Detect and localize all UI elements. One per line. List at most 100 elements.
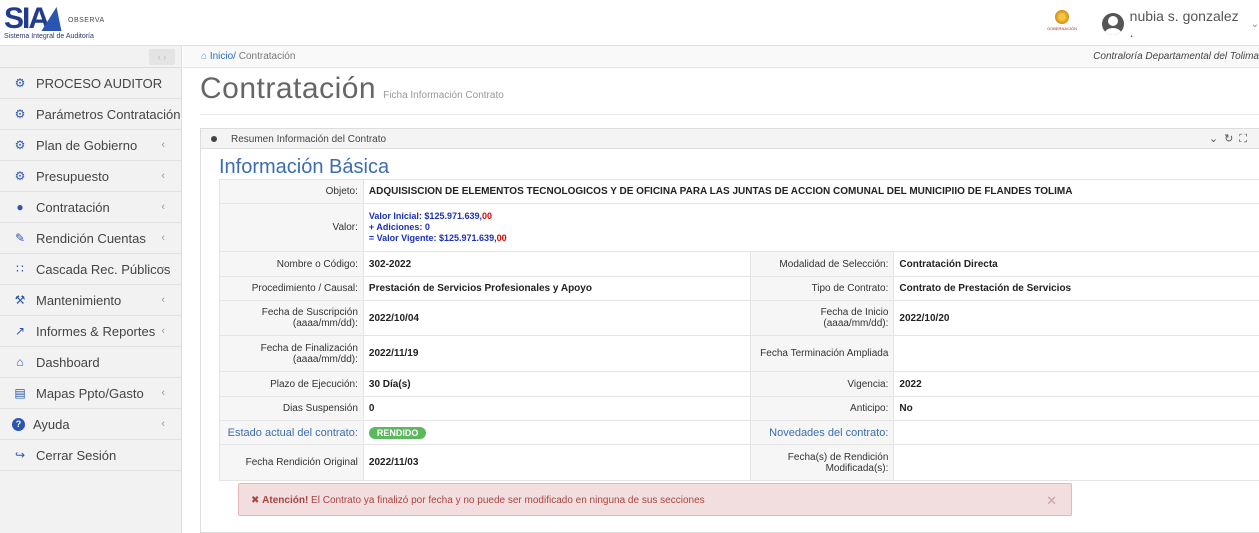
user-menu[interactable]: nubia s. gonzalez . ⌄ xyxy=(1102,8,1259,40)
status-badge: RENDIDO xyxy=(368,426,427,439)
panel-title: Resumen Información del Contrato xyxy=(231,134,387,145)
table-row: Fecha de Finalización (aaaa/mm/dd): 2022… xyxy=(219,335,1259,372)
logout-icon: ↪ xyxy=(14,448,26,462)
table-row: Estado actual del contrato: RENDIDO Nove… xyxy=(219,420,1259,445)
procedimiento-value: Prestación de Servicios Profesionales y … xyxy=(362,276,752,301)
fullscreen-icon[interactable]: ⛶ xyxy=(1239,133,1253,145)
sidebar-item-mantenimiento[interactable]: ⚒ Mantenimiento ‹ xyxy=(0,285,181,316)
section-title: Información Básica xyxy=(219,156,390,178)
sidebar-item-ayuda[interactable]: ? Ayuda ‹ xyxy=(0,409,181,440)
sia-logo[interactable]: SIA OBSERVA Sistema Integral de Auditorí… xyxy=(4,4,124,44)
chevron-down-icon[interactable]: ⌄ xyxy=(1251,19,1259,30)
plazo-label: Plazo de Ejecución: xyxy=(219,371,364,397)
sidebar-item-contrataci-n[interactable]: ● Contratación ‹ xyxy=(0,192,181,223)
valor-vigente-cents: 00 xyxy=(496,233,507,243)
collapse-arrows-icon[interactable]: ‹ › xyxy=(149,48,175,65)
vigencia-label: Vigencia: xyxy=(750,371,895,397)
anticipo-label: Anticipo: xyxy=(750,396,895,421)
table-row: Objeto: ADQUISISCION DE ELEMENTOS TECNOL… xyxy=(219,179,1259,204)
home-icon: ⌂ xyxy=(16,355,24,369)
suscripcion-value: 2022/10/04 xyxy=(362,300,752,336)
nombre-label: Nombre o Código: xyxy=(219,251,364,277)
user-avatar-icon[interactable] xyxy=(1102,13,1124,35)
table-row: Procedimiento / Causal: Prestación de Se… xyxy=(219,276,1259,301)
cogs-icon: ⚙ xyxy=(14,169,26,183)
divider xyxy=(200,114,1259,115)
alert-message: ✖ Atención! El Contrato ya finalizó por … xyxy=(238,483,1072,516)
circle-icon: ● xyxy=(16,200,24,214)
alert-text: ✖ Atención! El Contrato ya finalizó por … xyxy=(251,495,705,506)
cogs-icon: ⚙ xyxy=(14,107,26,121)
sidebar-item-informes-reportes[interactable]: ↗ Informes & Reportes ‹ xyxy=(0,316,181,347)
chevron-left-icon: ‹ xyxy=(161,232,165,244)
terminacion-value xyxy=(893,335,1259,372)
finalizacion-label: Fecha de Finalización (aaaa/mm/dd): xyxy=(219,335,364,372)
warning-icon: ✖ xyxy=(251,495,260,506)
valor-value: Valor Inicial: $125.971.639,00 + Adicion… xyxy=(362,203,1259,252)
sidebar-item-label: Dashboard xyxy=(36,354,100,370)
sidebar-item-mapas-ppto-gasto[interactable]: ▤ Mapas Ppto/Gasto ‹ xyxy=(0,378,181,409)
table-row: Valor: Valor Inicial: $125.971.639,00 + … xyxy=(219,203,1259,252)
question-icon: ? xyxy=(12,417,25,431)
sidebar-toggle[interactable]: ‹ › xyxy=(0,46,181,68)
sidebar-item-plan-de-gobierno[interactable]: ⚙ Plan de Gobierno ‹ xyxy=(0,130,181,161)
breadcrumb-home-link[interactable]: Inicio/ xyxy=(210,51,236,62)
sidebar-item-cascada-rec-p-blicos[interactable]: ∷ Cascada Rec. Públicos ‹ xyxy=(0,254,181,285)
panel-header: Resumen Información del Contrato ⌄↻⛶ xyxy=(201,129,1259,149)
inicio-label: Fecha de Inicio (aaaa/mm/dd): xyxy=(750,300,895,336)
sidebar-item-label: PROCESO AUDITOR xyxy=(36,75,163,91)
sidebar-item-proceso-auditor[interactable]: ⚙ PROCESO AUDITOR xyxy=(0,68,181,99)
logo-subtitle: Sistema Integral de Auditoría xyxy=(4,33,94,40)
objeto-label: Objeto: xyxy=(219,179,364,204)
close-icon[interactable]: ✕ xyxy=(1046,493,1057,509)
estado-label: Estado actual del contrato: xyxy=(219,420,364,445)
sidebar-item-par-metros-contrataci-n[interactable]: ⚙ Parámetros Contratación xyxy=(0,99,181,130)
table-row: Fecha de Suscripción (aaaa/mm/dd): 2022/… xyxy=(219,300,1259,336)
novedades-label: Novedades del contrato: xyxy=(750,420,895,445)
collapse-icon[interactable]: ⌄ xyxy=(1209,133,1224,145)
user-name[interactable]: nubia s. gonzalez . xyxy=(1130,8,1245,40)
chevron-left-icon: ‹ xyxy=(161,325,165,337)
nombre-value: 302-2022 xyxy=(362,251,752,277)
finalizacion-value: 2022/11/19 xyxy=(362,335,752,372)
gobernacion-crest-icon: GOBERNACIÓN xyxy=(1047,8,1077,36)
sidebar-item-label: Rendición Cuentas xyxy=(36,230,146,246)
sidebar-item-label: Mantenimiento xyxy=(36,292,122,308)
valor-label: Valor: xyxy=(219,203,364,252)
entity-name: Contraloría Departamental del Tolima xyxy=(1093,51,1259,62)
sidebar-item-presupuesto[interactable]: ⚙ Presupuesto ‹ xyxy=(0,161,181,192)
sidebar-item-dashboard[interactable]: ⌂ Dashboard xyxy=(0,347,181,378)
rendicion-mod-label: Fecha(s) de Rendición Modificada(s): xyxy=(750,444,895,481)
logo-mark-icon xyxy=(41,7,67,31)
crest-text: GOBERNACIÓN xyxy=(1047,26,1078,31)
table-row: Plazo de Ejecución: 30 Día(s) Vigencia: … xyxy=(219,371,1259,397)
alert-strong: Atención! xyxy=(262,495,309,506)
panel-bullet-icon xyxy=(211,136,217,142)
chevron-left-icon: ‹ xyxy=(161,387,165,399)
suspension-value: 0 xyxy=(362,396,752,421)
valor-vigente: = Valor Vigente: $125.971.639, xyxy=(368,233,497,243)
anticipo-value: No xyxy=(893,396,1259,421)
refresh-icon[interactable]: ↻ xyxy=(1224,133,1239,145)
rendicion-mod-value xyxy=(893,444,1259,481)
novedades-value xyxy=(893,420,1259,445)
chevron-left-icon: ‹ xyxy=(161,263,165,275)
home-icon[interactable]: ⌂ xyxy=(201,51,207,62)
contract-summary-panel: Resumen Información del Contrato ⌄↻⛶ Inf… xyxy=(200,128,1259,533)
chevron-left-icon: ‹ xyxy=(161,294,165,306)
sidebar-item-label: Mapas Ppto/Gasto xyxy=(36,385,144,401)
panel-tools: ⌄↻⛶ xyxy=(1209,132,1253,146)
tipo-value: Contrato de Prestación de Servicios xyxy=(893,276,1259,301)
modalidad-value: Contratación Directa xyxy=(893,251,1259,277)
sidebar-item-rendici-n-cuentas[interactable]: ✎ Rendición Cuentas ‹ xyxy=(0,223,181,254)
plazo-value: 30 Día(s) xyxy=(362,371,752,397)
sidebar-item-label: Contratación xyxy=(36,199,110,215)
chevron-left-icon: ‹ xyxy=(161,139,165,151)
sidebar-item-cerrar-sesi-n[interactable]: ↪ Cerrar Sesión xyxy=(0,440,181,471)
suscripcion-label: Fecha de Suscripción (aaaa/mm/dd): xyxy=(219,300,364,336)
breadcrumb-current: Contratación xyxy=(238,51,296,62)
procedimiento-label: Procedimiento / Causal: xyxy=(219,276,364,301)
top-bar: SIA OBSERVA Sistema Integral de Auditorí… xyxy=(0,0,1259,46)
objeto-value: ADQUISISCION DE ELEMENTOS TECNOLOGICOS Y… xyxy=(362,179,1259,204)
sidebar-item-label: Cascada Rec. Públicos xyxy=(36,261,171,277)
